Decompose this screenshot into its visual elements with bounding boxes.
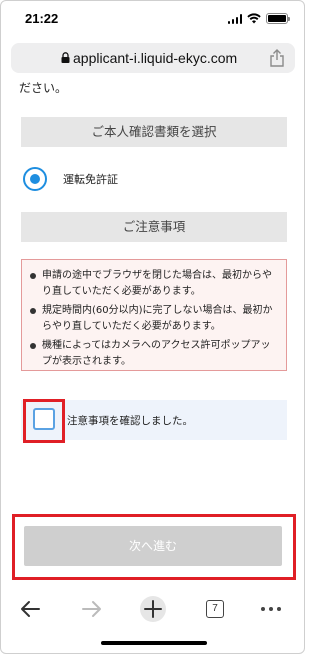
document-option-drivers-license[interactable]: 運転免許証 — [23, 166, 118, 192]
confirm-label: 注意事項を確認しました。 — [67, 415, 193, 427]
status-bar: 21:22 — [1, 1, 304, 37]
battery-icon — [266, 13, 290, 24]
radio-button-selected[interactable] — [23, 167, 47, 191]
page-content: ださい。 ご本人確認書類を選択 運転免許証 ご注意事項 申請の途中でブラウザを閉… — [1, 79, 304, 589]
notice-item: 機種によってはカメラへのアクセス許可ポップアップが表示されます。 — [30, 338, 280, 370]
share-icon[interactable] — [269, 49, 285, 67]
lock-icon — [61, 52, 70, 63]
notice-item: 申請の途中でブラウザを閉じた場合は、最初からやり直していただく必要があります。 — [30, 268, 280, 300]
checkbox-highlight-box — [23, 399, 65, 443]
select-document-header: ご本人確認書類を選択 — [21, 117, 287, 147]
status-time: 21:22 — [25, 11, 59, 26]
notes-header: ご注意事項 — [21, 212, 287, 242]
next-button-highlight-box: 次へ進む — [12, 514, 296, 580]
back-arrow-icon[interactable] — [19, 597, 41, 621]
wifi-icon — [247, 13, 261, 24]
status-icons — [227, 13, 290, 24]
intro-text: ださい。 — [19, 81, 68, 95]
tab-switcher-button[interactable]: 7 — [206, 600, 224, 618]
home-indicator — [101, 641, 207, 645]
next-button[interactable]: 次へ進む — [24, 526, 282, 566]
phone-frame: 21:22 applicant-i.liquid-ekyc.com ださい。 ご… — [0, 0, 305, 654]
bullet-icon — [30, 308, 36, 314]
notice-text: 規定時間内(60分以内)に完了しない場合は、最初からやり直していただく必要があり… — [42, 305, 273, 332]
forward-arrow-icon[interactable] — [81, 597, 103, 621]
url-text: applicant-i.liquid-ekyc.com — [73, 50, 238, 66]
more-menu-icon[interactable] — [259, 597, 283, 621]
new-tab-button[interactable] — [140, 596, 166, 622]
plus-icon — [144, 600, 162, 618]
cellular-signal-icon — [227, 13, 242, 24]
bullet-icon — [30, 273, 36, 279]
notice-item: 規定時間内(60分以内)に完了しない場合は、最初からやり直していただく必要があり… — [30, 303, 280, 335]
notice-box: 申請の途中でブラウザを閉じた場合は、最初からやり直していただく必要があります。 … — [21, 259, 287, 371]
bullet-icon — [30, 343, 36, 349]
notice-text: 機種によってはカメラへのアクセス許可ポップアップが表示されます。 — [42, 340, 271, 367]
address-bar[interactable]: applicant-i.liquid-ekyc.com — [11, 43, 295, 73]
notice-text: 申請の途中でブラウザを閉じた場合は、最初からやり直していただく必要があります。 — [42, 270, 272, 297]
browser-toolbar: 7 — [1, 589, 304, 629]
document-option-label: 運転免許証 — [63, 173, 118, 186]
